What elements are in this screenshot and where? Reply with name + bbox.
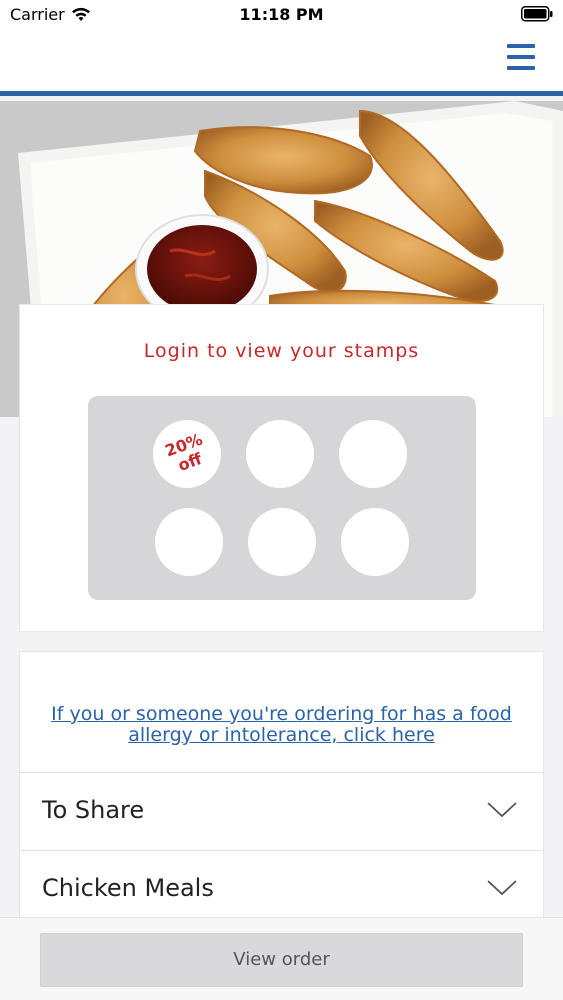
- hamburger-menu-icon: [507, 66, 535, 70]
- status-time: 11:18 PM: [239, 5, 324, 24]
- app-header: [0, 30, 563, 96]
- category-label: To Share: [42, 796, 145, 824]
- chevron-down-icon: [487, 802, 517, 818]
- stamp-slot: [248, 508, 316, 576]
- reward-badge: 20% off: [143, 410, 230, 497]
- stamp-card: Login to view your stamps 20% off: [19, 304, 544, 632]
- category-label: Chicken Meals: [42, 874, 214, 902]
- stamp-slot: [155, 508, 223, 576]
- app-screen: Carrier 11:18 PM Login to view your stam…: [0, 0, 563, 1000]
- allergy-info-link[interactable]: If you or someone you're ordering for ha…: [20, 704, 543, 746]
- chevron-down-icon: [487, 880, 517, 896]
- menu-card: If you or someone you're ordering for ha…: [19, 651, 544, 931]
- view-order-button[interactable]: View order: [40, 933, 523, 987]
- stamp-slot: [246, 420, 314, 488]
- hamburger-menu-icon: [507, 55, 535, 59]
- hamburger-menu-button[interactable]: [505, 43, 537, 73]
- stamp-login-prompt[interactable]: Login to view your stamps: [20, 340, 543, 362]
- stamp-slot: [341, 508, 409, 576]
- battery-icon: [521, 6, 553, 22]
- category-row-to-share[interactable]: To Share: [20, 772, 543, 850]
- stamp-board: 20% off: [88, 396, 476, 600]
- stamp-slot: [339, 420, 407, 488]
- stamp-slot-reward: 20% off: [153, 420, 221, 488]
- hamburger-menu-icon: [507, 44, 535, 48]
- bottom-bar: View order: [0, 917, 563, 1000]
- status-bar: Carrier 11:18 PM: [0, 0, 563, 30]
